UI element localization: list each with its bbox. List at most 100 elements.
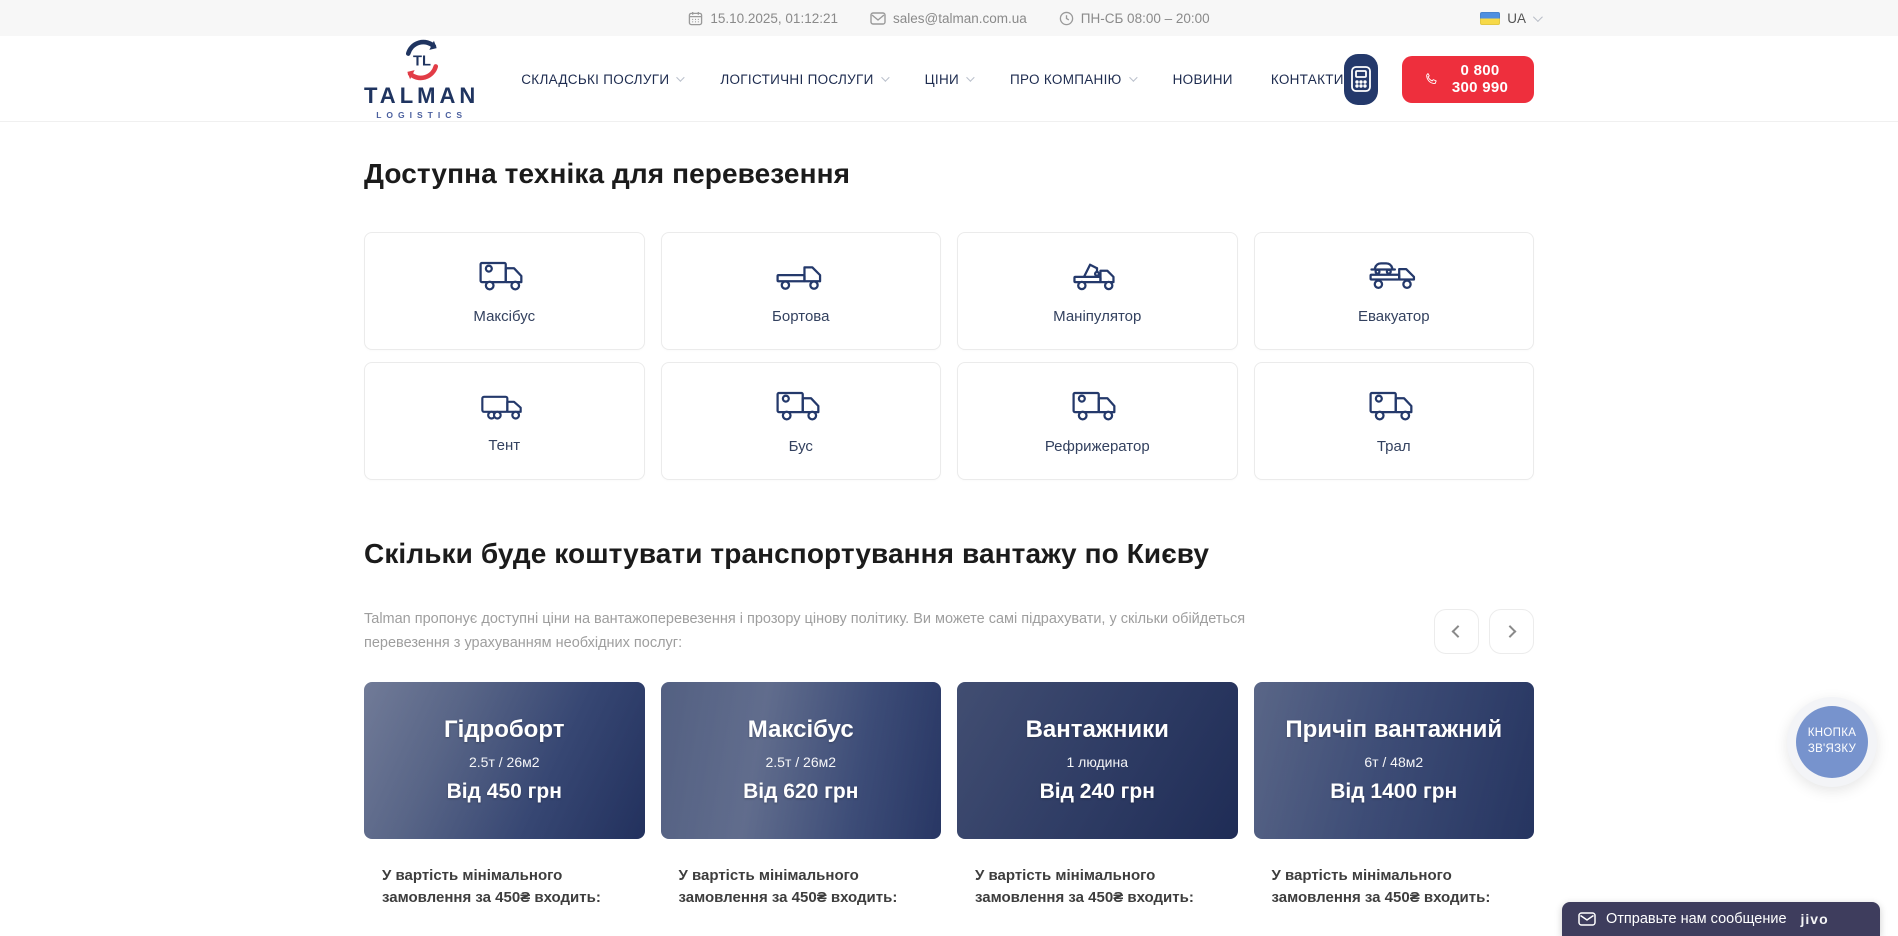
- pricing-card-maksibus: Максібус 2.5т / 26м2 Від 620 грн У варті…: [661, 682, 942, 910]
- pricing-card-price: Від 450 грн: [447, 780, 562, 804]
- clock-icon: [1059, 11, 1074, 26]
- vehicle-card-refrigerator[interactable]: Рефрижератор: [957, 362, 1238, 480]
- phone-icon: [1424, 68, 1438, 90]
- chevron-left-icon: [1452, 626, 1465, 639]
- pricing-section-title: Скільки буде коштувати транспортування в…: [364, 538, 1534, 570]
- working-hours: ПН-СБ 08:00 – 20:00: [1059, 11, 1210, 26]
- pricing-card-spec: 6т / 48м2: [1364, 754, 1423, 770]
- carousel-prev-button[interactable]: [1434, 609, 1479, 654]
- crane-truck-icon: [1071, 257, 1123, 295]
- nav-item-warehouse-services[interactable]: СКЛАДСЬКІ ПОСЛУГИ: [521, 72, 682, 87]
- pricing-card-photo[interactable]: Причіп вантажний 6т / 48м2 Від 1400 грн: [1254, 682, 1535, 839]
- vehicle-label: Максібус: [473, 308, 535, 325]
- pricing-card-note: У вартість мінімального замовлення за 45…: [1272, 865, 1517, 910]
- jivo-brand-label: jivo: [1801, 911, 1829, 927]
- pricing-card-title: Вантажники: [1026, 716, 1169, 744]
- carousel-arrows: [1434, 609, 1534, 654]
- language-selector[interactable]: UA: [1480, 0, 1540, 36]
- pricing-card-photo[interactable]: Гідроборт 2.5т / 26м2 Від 450 грн: [364, 682, 645, 839]
- nav-item-about-company[interactable]: ПРО КОМПАНІЮ: [1010, 72, 1135, 87]
- calculator-button[interactable]: [1344, 54, 1378, 105]
- vehicle-card-tent[interactable]: Тент: [364, 362, 645, 480]
- vehicles-grid: Максібус Бортова Маніпулятор Евакуатор: [364, 232, 1534, 480]
- vehicle-card-evacuator[interactable]: Евакуатор: [1254, 232, 1535, 350]
- contact-fab-button[interactable]: КНОПКА ЗВ'ЯЗКУ: [1787, 697, 1877, 787]
- pricing-card-spec: 2.5т / 26м2: [469, 754, 540, 770]
- vehicle-label: Тент: [488, 437, 520, 454]
- vehicle-label: Маніпулятор: [1053, 308, 1141, 325]
- nav-item-prices[interactable]: ЦІНИ: [925, 72, 972, 87]
- pricing-card-cargo-trailer: Причіп вантажний 6т / 48м2 Від 1400 грн …: [1254, 682, 1535, 910]
- main-content: Доступна техніка для перевезення Максібу…: [364, 122, 1534, 910]
- tent-truck-icon: [479, 388, 529, 424]
- talman-logo-emblem-icon: TL: [400, 38, 444, 82]
- hours-text: ПН-СБ 08:00 – 20:00: [1081, 11, 1210, 26]
- logo-subtitle: LOGISTICS: [376, 111, 467, 120]
- chevron-down-icon: [1533, 12, 1543, 22]
- nav-item-logistics-services[interactable]: ЛОГІСТИЧНІ ПОСЛУГИ: [720, 72, 886, 87]
- nav-item-contacts[interactable]: КОНТАКТИ: [1271, 72, 1344, 87]
- header-actions: 0 800 300 990: [1344, 54, 1534, 105]
- phone-number: 0 800 300 990: [1448, 62, 1512, 96]
- logo-title: TALMAN: [364, 85, 479, 107]
- chevron-right-icon: [1504, 626, 1517, 639]
- vehicle-label: Рефрижератор: [1045, 438, 1150, 455]
- main-nav: СКЛАДСЬКІ ПОСЛУГИ ЛОГІСТИЧНІ ПОСЛУГИ ЦІН…: [521, 72, 1344, 87]
- vehicle-card-maksibus[interactable]: Максібус: [364, 232, 645, 350]
- pricing-card-note: У вартість мінімального замовлення за 45…: [382, 865, 627, 910]
- pricing-card-hydroboard: Гідроборт 2.5т / 26м2 Від 450 грн У варт…: [364, 682, 645, 910]
- chat-widget-bar[interactable]: Отправьте нам сообщение jivo: [1562, 902, 1880, 936]
- nav-label: КОНТАКТИ: [1271, 72, 1344, 87]
- datetime-display: 15.10.2025, 01:12:21: [688, 11, 838, 26]
- vehicle-card-manipulator[interactable]: Маніпулятор: [957, 232, 1238, 350]
- pricing-card-price: Від 620 грн: [743, 780, 858, 804]
- chevron-down-icon: [881, 73, 889, 81]
- pricing-card-photo[interactable]: Вантажники 1 людина Від 240 грн: [957, 682, 1238, 839]
- contact-fab-label: КНОПКА ЗВ'ЯЗКУ: [1796, 706, 1868, 778]
- datetime-text: 15.10.2025, 01:12:21: [710, 11, 838, 26]
- pricing-card-photo[interactable]: Максібус 2.5т / 26м2 Від 620 грн: [661, 682, 942, 839]
- refrigerator-truck-icon: [1071, 387, 1123, 425]
- vehicle-card-tral[interactable]: Трал: [1254, 362, 1535, 480]
- email-text: sales@talman.com.ua: [893, 11, 1027, 26]
- vehicle-card-bortova[interactable]: Бортова: [661, 232, 942, 350]
- van-icon: [775, 387, 827, 425]
- pricing-card-note: У вартість мінімального замовлення за 45…: [679, 865, 924, 910]
- chevron-down-icon: [1129, 73, 1137, 81]
- page: 15.10.2025, 01:12:21 sales@talman.com.ua…: [0, 0, 1898, 936]
- chevron-down-icon: [677, 73, 685, 81]
- vehicle-label: Бортова: [772, 308, 829, 325]
- phone-button[interactable]: 0 800 300 990: [1402, 56, 1534, 103]
- email-link[interactable]: sales@talman.com.ua: [870, 11, 1027, 26]
- topbar: 15.10.2025, 01:12:21 sales@talman.com.ua…: [0, 0, 1898, 36]
- pricing-card-price: Від 1400 грн: [1330, 780, 1457, 804]
- pricing-cards: Гідроборт 2.5т / 26м2 Від 450 грн У варт…: [364, 682, 1534, 910]
- talman-logo[interactable]: TL TALMAN LOGISTICS: [364, 38, 479, 120]
- language-code: UA: [1507, 11, 1526, 26]
- pricing-card-title: Максібус: [748, 716, 854, 744]
- mail-icon: [870, 12, 886, 25]
- carousel-next-button[interactable]: [1489, 609, 1534, 654]
- flatbed-truck-icon: [775, 257, 827, 295]
- nav-label: ЦІНИ: [925, 72, 959, 87]
- nav-label: ПРО КОМПАНІЮ: [1010, 72, 1122, 87]
- pricing-card-price: Від 240 грн: [1040, 780, 1155, 804]
- ukraine-flag-icon: [1480, 12, 1500, 25]
- pricing-card-spec: 2.5т / 26м2: [765, 754, 836, 770]
- nav-label: СКЛАДСЬКІ ПОСЛУГИ: [521, 72, 669, 87]
- nav-item-news[interactable]: НОВИНИ: [1173, 72, 1233, 87]
- calculator-icon: [1349, 65, 1373, 93]
- pricing-card-loaders: Вантажники 1 людина Від 240 грн У вартіс…: [957, 682, 1238, 910]
- pricing-card-spec: 1 людина: [1066, 754, 1128, 770]
- pricing-card-title: Причіп вантажний: [1285, 716, 1502, 744]
- vehicle-label: Евакуатор: [1358, 308, 1430, 325]
- tow-truck-icon: [1368, 257, 1420, 295]
- chevron-down-icon: [966, 73, 974, 81]
- vehicles-section-title: Доступна техніка для перевезення: [364, 158, 1534, 190]
- nav-label: ЛОГІСТИЧНІ ПОСЛУГИ: [720, 72, 873, 87]
- calendar-icon: [688, 11, 703, 26]
- pricing-card-note: У вартість мінімального замовлення за 45…: [975, 865, 1220, 910]
- trailer-truck-icon: [1368, 387, 1420, 425]
- svg-text:TL: TL: [413, 54, 431, 70]
- vehicle-card-bus[interactable]: Бус: [661, 362, 942, 480]
